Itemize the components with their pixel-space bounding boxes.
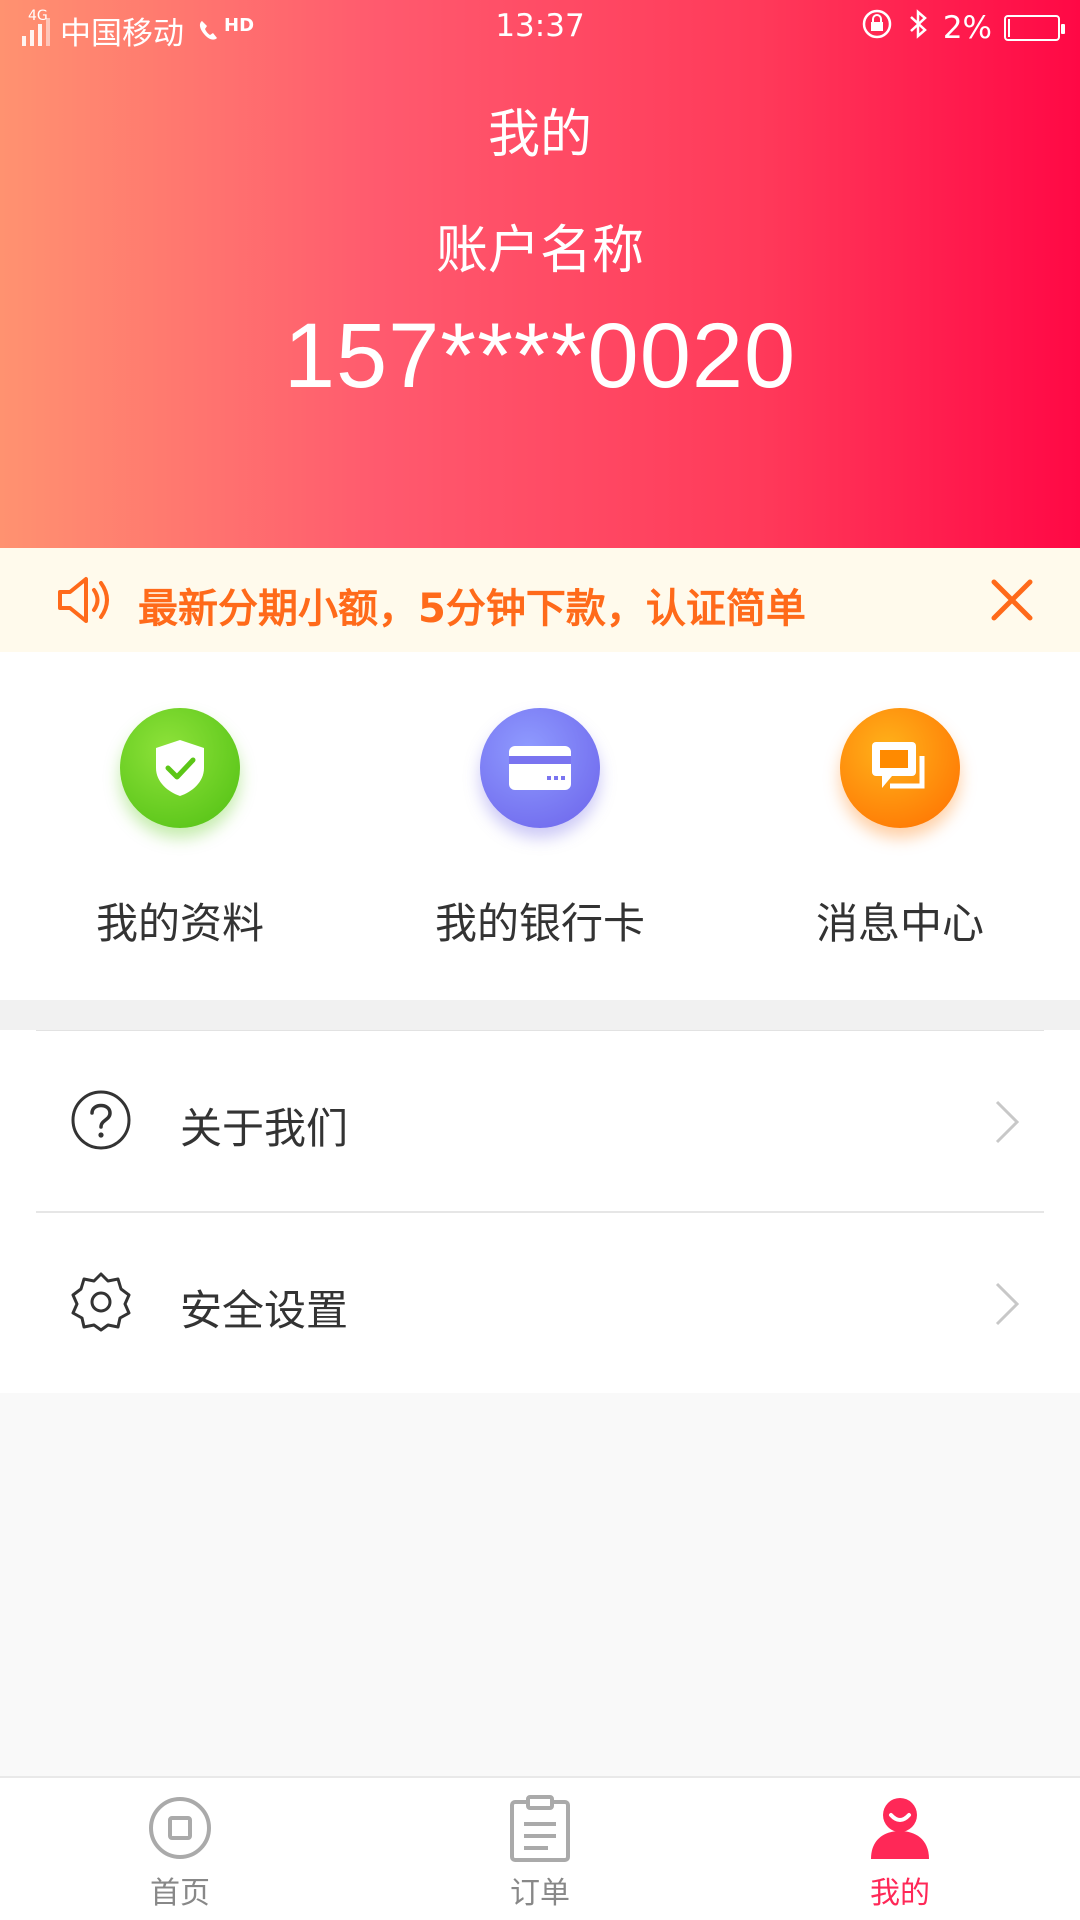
bluetooth-icon <box>907 9 929 47</box>
menu-item-about[interactable]: 关于我们 <box>0 1031 1080 1211</box>
home-icon <box>0 1792 360 1864</box>
tab-label: 我的 <box>870 1876 930 1911</box>
settings-menu: 关于我们 安全设置 <box>0 1030 1080 1393</box>
notice-text: 最新分期小额，5分钟下款，认证简单 <box>138 586 806 632</box>
page-title: 我的 <box>487 105 592 165</box>
bank-card-icon <box>480 708 600 828</box>
quick-action-bank-card[interactable]: 我的银行卡 <box>360 708 720 951</box>
profile-header: 4G 中国移动 HD 13:37 2% 我的 账户名称 157****0020 <box>0 0 1080 548</box>
shield-check-icon <box>120 708 240 828</box>
quick-action-profile[interactable]: 我的资料 <box>0 708 360 951</box>
quick-actions: 我的资料 我的银行卡 消息中心 <box>0 652 1080 1000</box>
speaker-icon <box>56 572 114 632</box>
tab-mine[interactable]: 我的 <box>720 1792 1080 1912</box>
menu-item-label: 安全设置 <box>180 1286 349 1335</box>
account-number: 157****0020 <box>283 305 797 407</box>
bottom-tab-bar: 首页 订单 我的 <box>0 1776 1080 1920</box>
quick-action-messages[interactable]: 消息中心 <box>720 708 1080 951</box>
menu-item-label: 关于我们 <box>180 1104 349 1153</box>
rotation-lock-icon <box>861 8 893 48</box>
user-icon <box>720 1792 1080 1864</box>
quick-action-label: 我的银行卡 <box>434 899 645 948</box>
tab-label: 订单 <box>510 1876 570 1911</box>
chevron-right-icon <box>994 1281 1020 1331</box>
gear-icon <box>70 1271 132 1337</box>
question-icon <box>70 1089 132 1155</box>
menu-item-security[interactable]: 安全设置 <box>0 1213 1080 1393</box>
close-icon[interactable] <box>990 578 1034 626</box>
account-label: 账户名称 <box>435 221 644 281</box>
tab-home[interactable]: 首页 <box>0 1792 360 1912</box>
status-bar: 4G 中国移动 HD 13:37 2% <box>0 0 1080 56</box>
quick-action-label: 我的资料 <box>95 899 264 948</box>
notice-bar[interactable]: 最新分期小额，5分钟下款，认证简单 <box>0 548 1080 652</box>
status-right: 2% <box>861 8 1065 48</box>
tab-orders[interactable]: 订单 <box>360 1792 720 1912</box>
quick-action-label: 消息中心 <box>815 899 984 948</box>
section-gap <box>0 1000 1080 1030</box>
clipboard-icon <box>360 1792 720 1864</box>
chevron-right-icon <box>994 1099 1020 1149</box>
tab-label: 首页 <box>150 1876 210 1911</box>
battery-percent: 2% <box>942 10 992 46</box>
battery-icon <box>1004 15 1065 41</box>
message-icon <box>840 708 960 828</box>
